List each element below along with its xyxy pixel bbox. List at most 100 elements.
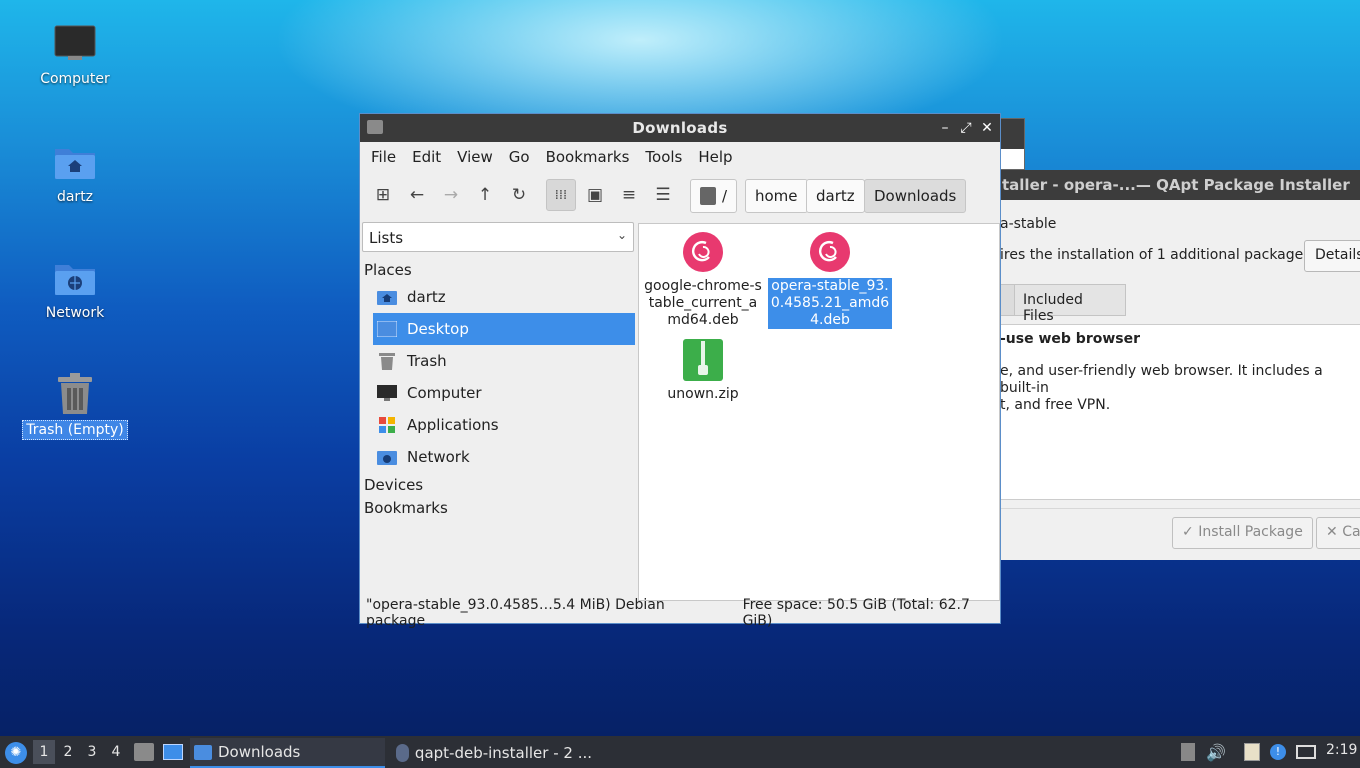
sidebar-item-trash[interactable]: Trash <box>373 345 635 377</box>
back-button[interactable]: ← <box>402 179 432 211</box>
desktop-icon-label: Network <box>45 305 105 321</box>
task-qapt-installer[interactable]: qapt-deb-installer - 2 ... <box>392 738 592 768</box>
sidebar-item-desktop[interactable]: Desktop <box>373 313 635 345</box>
qapt-titlebar[interactable]: taller - opera-...— QApt Package Install… <box>1000 170 1360 200</box>
detailed-list-icon: ☰ <box>655 185 671 205</box>
toolbar: ⊞ ← → ↑ ↻ ⁞⁞⁞ ▣ ≡ ☰ / home dartz Downloa… <box>360 172 1000 220</box>
sidebar-item-label: Applications <box>407 416 499 434</box>
status-bar: "opera-stable_93.0.4585…5.4 MiB) Debian … <box>360 597 1000 629</box>
clock[interactable]: 2:19 <box>1326 742 1357 758</box>
thumbnail-view-button[interactable]: ▣ <box>580 179 610 211</box>
cancel-button[interactable]: ✕ Ca <box>1316 517 1360 549</box>
side-pane-mode-value: Lists <box>369 229 404 247</box>
workspace-1[interactable]: 1 <box>33 740 55 764</box>
reload-icon: ↻ <box>511 185 527 205</box>
menu-tools[interactable]: Tools <box>637 144 690 170</box>
menu-edit[interactable]: Edit <box>404 144 449 170</box>
devices-header[interactable]: Devices <box>364 476 423 494</box>
file-name: google-chrome-stable_current_amd64.deb <box>644 278 762 328</box>
detailed-view-button[interactable]: ☰ <box>648 179 678 211</box>
sidebar-item-computer[interactable]: Computer <box>373 377 635 409</box>
description-heading: -use web browser <box>1000 331 1141 347</box>
maximize-button[interactable]: ⤢ <box>956 117 976 139</box>
reload-button[interactable]: ↻ <box>504 179 534 211</box>
task-downloads[interactable]: Downloads <box>190 738 385 768</box>
computer-icon <box>53 22 97 66</box>
zip-archive-icon <box>681 338 725 382</box>
menu-go[interactable]: Go <box>501 144 538 170</box>
install-package-button[interactable]: ✓ Install Package <box>1172 517 1313 549</box>
sidebar-item-applications[interactable]: Applications <box>373 409 635 441</box>
breadcrumb-root[interactable]: / <box>690 179 738 213</box>
file-item[interactable]: unown.zip <box>641 338 765 403</box>
file-item[interactable]: google-chrome-stable_current_amd64.deb <box>641 230 765 329</box>
arrow-left-icon: ← <box>409 185 425 205</box>
volume-icon[interactable]: 🔊 <box>1206 742 1226 762</box>
new-tab-button[interactable]: ⊞ <box>368 179 398 211</box>
close-icon: ✕ <box>1326 524 1343 540</box>
update-notifier-icon[interactable]: ! <box>1268 742 1288 762</box>
tab-included-files[interactable]: Included Files <box>1014 284 1126 324</box>
menu-view[interactable]: View <box>449 144 501 170</box>
menu-file[interactable]: File <box>363 144 404 170</box>
icon-view-button[interactable]: ⁞⁞⁞ <box>546 179 576 211</box>
breadcrumb-downloads[interactable]: Downloads <box>864 179 967 213</box>
qapt-installer-window[interactable]: taller - opera-...— QApt Package Install… <box>1000 170 1360 560</box>
start-menu-button[interactable]: ✺ <box>5 742 27 764</box>
desktop-icon <box>377 320 397 338</box>
file-view[interactable]: google-chrome-stable_current_amd64.deb o… <box>638 223 1000 601</box>
sidebar-item-label: Desktop <box>407 320 469 338</box>
clipboard-icon[interactable] <box>1242 742 1262 762</box>
folder-icon <box>194 744 212 760</box>
sidebar-item-dartz[interactable]: dartz <box>373 281 635 313</box>
file-manager-titlebar[interactable]: Downloads – ⤢ ✕ <box>360 114 1000 142</box>
package-icon <box>396 744 409 762</box>
background-window-titlebar[interactable] <box>1001 119 1024 149</box>
show-desktop-icon[interactable] <box>163 744 183 760</box>
menu-help[interactable]: Help <box>690 144 740 170</box>
check-icon: ✓ <box>1182 524 1199 540</box>
task-label: qapt-deb-installer - 2 ... <box>414 744 592 762</box>
cancel-label: Ca <box>1342 524 1360 540</box>
workspace-2[interactable]: 2 <box>57 740 79 764</box>
close-button[interactable]: ✕ <box>977 117 997 139</box>
desktop-icon-trash[interactable]: Trash (Empty) <box>22 372 128 440</box>
arrow-up-icon: ↑ <box>477 185 493 205</box>
description-line: t, and free VPN. <box>1000 397 1111 413</box>
qapt-description: -use web browser e, and user-friendly we… <box>1000 324 1360 500</box>
background-window[interactable] <box>1000 118 1025 170</box>
breadcrumb-label: / <box>722 187 728 205</box>
up-button[interactable]: ↑ <box>470 179 500 211</box>
workspace-4[interactable]: 4 <box>105 740 127 764</box>
menu-bookmarks[interactable]: Bookmarks <box>538 144 638 170</box>
install-package-label: Install Package <box>1198 524 1303 540</box>
desktop-icon-computer[interactable]: Computer <box>25 22 125 88</box>
file-manager-launcher-icon[interactable] <box>134 743 154 761</box>
home-folder-icon <box>53 140 97 184</box>
file-manager-window[interactable]: Downloads – ⤢ ✕ File Edit View Go Bookma… <box>359 113 1001 629</box>
tray-up-arrow-icon[interactable] <box>1178 742 1198 762</box>
desktop-icon-network[interactable]: Network <box>25 256 125 322</box>
breadcrumb-home[interactable]: home <box>745 179 808 213</box>
qapt-package-name: a-stable <box>1000 216 1057 232</box>
sidebar-item-network[interactable]: Network <box>373 441 635 473</box>
workspace-3[interactable]: 3 <box>81 740 103 764</box>
compact-view-button[interactable]: ≡ <box>614 179 644 211</box>
sidebar-item-label: dartz <box>407 288 446 306</box>
forward-button[interactable]: → <box>436 179 466 211</box>
desktop-icon-label: dartz <box>56 189 94 205</box>
description-line: e, and user-friendly web browser. It inc… <box>1000 363 1323 396</box>
desktop-icon-home[interactable]: dartz <box>25 140 125 206</box>
trash-icon <box>377 352 397 370</box>
trash-icon <box>53 372 97 416</box>
desktop-icon-label: Trash (Empty) <box>22 420 128 440</box>
file-item-selected[interactable]: opera-stable_93.0.4585.21_amd64.deb <box>768 230 892 329</box>
bookmarks-header[interactable]: Bookmarks <box>364 499 448 517</box>
arrow-right-icon: → <box>443 185 459 205</box>
network-wired-icon[interactable] <box>1296 742 1316 762</box>
network-folder-icon <box>53 256 97 300</box>
minimize-button[interactable]: – <box>935 117 955 139</box>
details-button[interactable]: Details <box>1304 240 1360 272</box>
breadcrumb-dartz[interactable]: dartz <box>806 179 865 213</box>
side-pane-mode-select[interactable]: Lists ⌄ <box>362 222 634 252</box>
